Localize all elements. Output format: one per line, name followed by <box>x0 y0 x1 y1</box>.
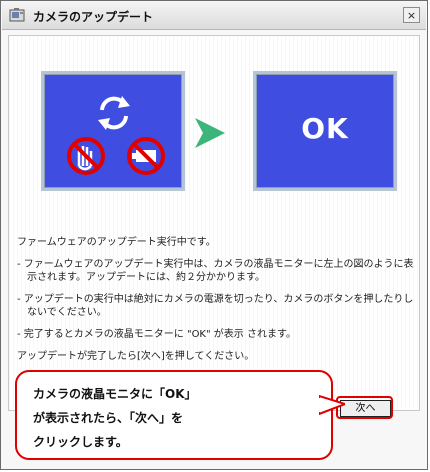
status-line: ファームウェアのアップデート実行中です。 <box>17 237 216 248</box>
instruction-bullet-1: - ファームウェアのアップデート実行中は、カメラの液晶モニターに左上の図のように… <box>17 259 414 283</box>
no-battery-icon <box>127 137 165 175</box>
callout-line-2: が表示されたら、「次へ」を <box>33 411 184 425</box>
callout-text: カメラの液晶モニタに「OK」 が表示されたら、「次へ」を クリックします。 <box>33 382 197 454</box>
callout-line-3: クリックします。 <box>33 435 128 449</box>
arrow-right-icon <box>195 118 225 148</box>
callout-pointer-icon <box>319 394 345 416</box>
close-button[interactable]: × <box>403 7 420 23</box>
content-area: OK ファームウェアのアップデート実行中です。 - ファームウェアのアップデート… <box>8 35 420 411</box>
camera-app-icon <box>9 8 25 22</box>
lcd-updating-panel <box>41 71 185 191</box>
instruction-bullet-2: - アップデートの実行中は絶対にカメラの電源を切ったり、カメラのボタンを押したり… <box>17 294 414 318</box>
lcd-ok-panel: OK <box>253 71 397 191</box>
no-hand-icon <box>67 137 105 175</box>
instructions: ファームウェアのアップデート実行中です。 - ファームウェアのアップデート実行中… <box>17 236 415 372</box>
lcd-ok-text: OK <box>301 112 349 145</box>
callout-line-1: カメラの液晶モニタに「OK」 <box>33 387 197 401</box>
instruction-bullet-3: - 完了するとカメラの液晶モニターに "OK" が表示 されます。 <box>17 329 296 340</box>
window-title: カメラのアップデート <box>33 10 154 24</box>
refresh-icon <box>98 96 130 130</box>
lcd-updating-graphic <box>67 96 165 175</box>
title-bar: カメラのアップデート × <box>2 2 426 30</box>
final-instruction: アップデートが完了したら[次へ]を押してください。 <box>17 351 255 362</box>
annotation-callout: カメラの液晶モニタに「OK」 が表示されたら、「次へ」を クリックします。 <box>15 370 333 460</box>
